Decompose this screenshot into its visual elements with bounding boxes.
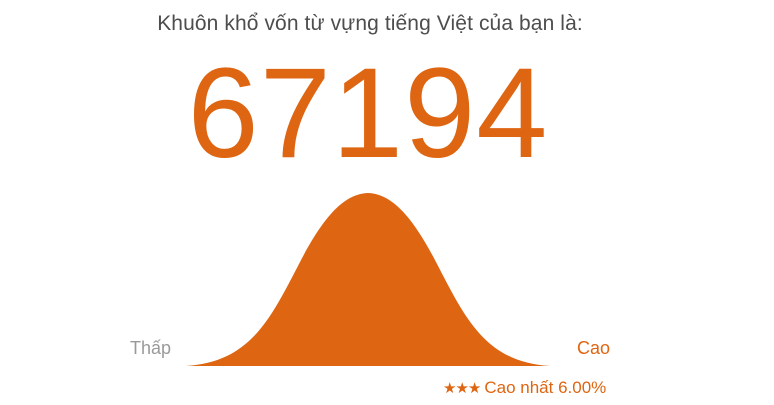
rank-summary: ★★★ Cao nhất 6.00% <box>443 378 606 398</box>
bell-curve-icon <box>186 193 550 366</box>
star-icon: ★★★ <box>443 379 481 397</box>
scale-high-label: Cao <box>577 338 611 358</box>
distribution-curve <box>186 193 550 366</box>
scale-low-label: Thấp <box>130 338 172 358</box>
rank-text: Cao nhất 6.00% <box>484 378 607 397</box>
